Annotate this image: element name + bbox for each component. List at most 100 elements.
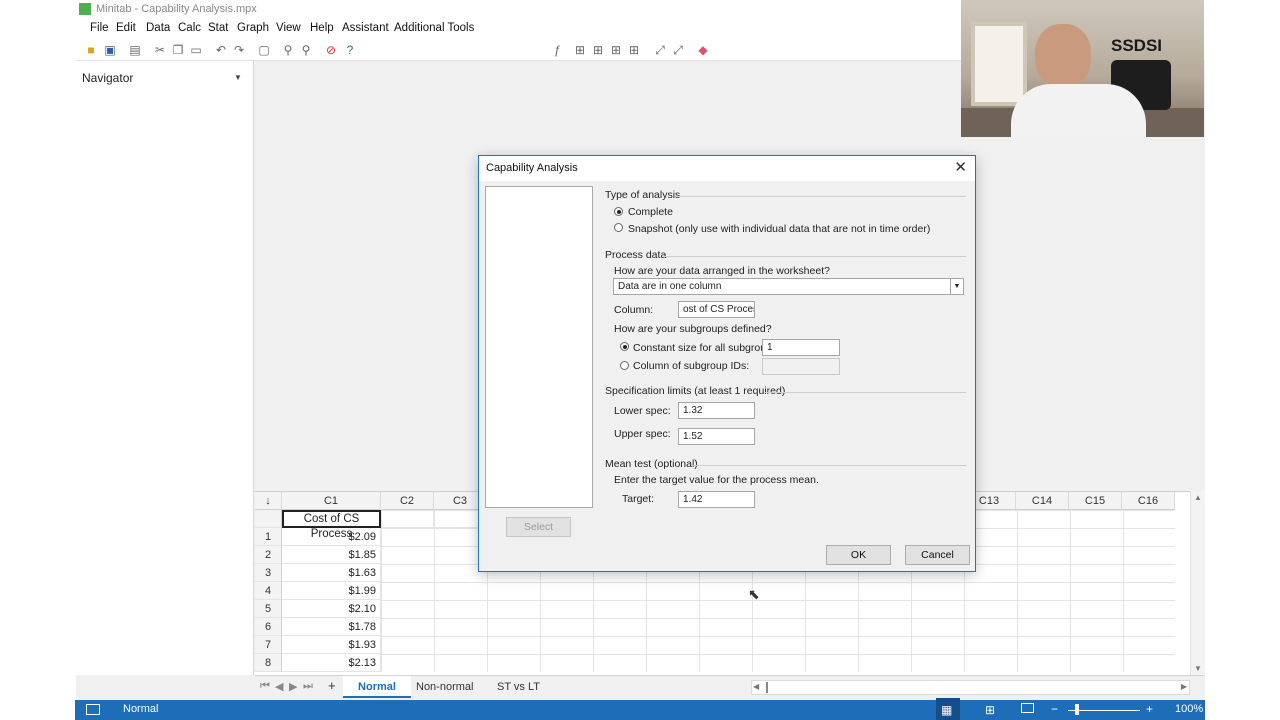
table-cell[interactable]: $1.85 [282,546,381,564]
menu-stat[interactable]: Stat [208,22,228,34]
paste-icon[interactable]: ▭ [189,43,203,57]
cancel-button[interactable]: Cancel [905,545,970,565]
menu-graph[interactable]: Graph [237,22,269,34]
undo-icon[interactable]: ↶ [214,43,228,57]
column-header-c15[interactable]: C15 [1069,492,1122,510]
target-field[interactable]: 1.42 [678,491,755,508]
menu-view[interactable]: View [276,22,301,34]
column-header-c2[interactable]: C2 [381,492,434,510]
spec-limits-heading: Specification limits (at least 1 require… [605,385,786,397]
subgroup-ids-field[interactable] [762,358,840,375]
subgroup-ids-radio[interactable] [620,361,629,370]
scroll-up-icon[interactable]: ▲ [1194,493,1202,502]
save-icon[interactable]: ▣ [103,43,117,57]
divider [663,256,966,257]
scroll-down-icon[interactable]: ▼ [1194,664,1202,673]
column-header-c16[interactable]: C16 [1122,492,1175,510]
table-cell[interactable]: $1.63 [282,564,381,582]
cancel-icon[interactable]: ⊘ [324,43,338,57]
table-cell[interactable]: $2.13 [282,654,381,672]
table-cell[interactable]: $2.09 [282,528,381,546]
zoom-in-icon[interactable]: + [1146,702,1153,716]
layout-icon[interactable]: ⊞ [627,43,641,57]
redo-icon[interactable]: ↷ [232,43,246,57]
brush-icon[interactable]: ⊞ [573,43,587,57]
formula-icon[interactable]: ƒ [550,43,564,57]
constant-size-radio[interactable] [620,342,629,351]
column-header-c1[interactable]: C1 [282,492,381,510]
row-header[interactable]: 1 [255,528,282,546]
row-header[interactable]: 4 [255,582,282,600]
menu-help[interactable]: Help [310,22,334,34]
subgroup-size-field[interactable]: 1 [762,339,840,356]
chevron-down-icon[interactable]: ▼ [234,73,242,82]
annotate-icon[interactable]: ⤢ [653,43,667,57]
tab-st-vs-lt[interactable]: ST vs LT [497,681,540,693]
ok-button[interactable]: OK [826,545,891,565]
split-view-icon[interactable]: ⊞ [985,703,995,717]
graph-tool-icon[interactable]: ⊞ [609,43,623,57]
horizontal-scrollbar[interactable]: ◀ ▶ [751,680,1190,695]
variable-list[interactable] [485,186,593,508]
panel-toggle-icon[interactable] [86,704,100,715]
menu-edit[interactable]: Edit [116,22,136,34]
window-icon[interactable]: ▢ [257,43,271,57]
eraser-icon[interactable]: ◆ [696,43,710,57]
replace-icon[interactable]: ⚲ [299,43,313,57]
open-icon[interactable]: ■ [84,43,98,57]
next-sheet-icon[interactable]: ▶ [289,680,297,693]
table-cell[interactable]: $1.78 [282,618,381,636]
table-cell[interactable]: $1.93 [282,636,381,654]
column-header-c14[interactable]: C14 [1016,492,1069,510]
complete-radio[interactable] [614,207,623,216]
table-cell[interactable]: $2.10 [282,600,381,618]
find-icon[interactable]: ⚲ [281,43,295,57]
snapshot-radio[interactable] [614,223,623,232]
constant-size-label[interactable]: Constant size for all subgroups: [633,342,780,354]
lower-spec-field[interactable]: 1.32 [678,402,755,419]
menu-file[interactable]: File [90,22,109,34]
row-header[interactable]: 8 [255,654,282,672]
scroll-right-icon[interactable]: ▶ [1181,682,1187,691]
line-tool-icon[interactable]: ⤢ [671,43,685,57]
print-icon[interactable]: ▤ [128,43,142,57]
upper-spec-field[interactable]: 1.52 [678,428,755,445]
row-header[interactable]: 5 [255,600,282,618]
help-icon[interactable]: ? [343,43,357,57]
copy-icon[interactable]: ❐ [171,43,185,57]
cut-icon[interactable]: ✂ [153,43,167,57]
subgroup-ids-label[interactable]: Column of subgroup IDs: [633,360,749,372]
zoom-slider-thumb[interactable] [1075,704,1079,715]
column-field[interactable]: ost of CS Process' [678,301,755,318]
prev-sheet-icon[interactable]: ◀ [275,680,283,693]
tab-normal[interactable]: Normal [343,676,411,698]
scroll-thumb[interactable] [766,682,768,693]
menu-assistant[interactable]: Assistant [342,22,389,34]
first-sheet-icon[interactable]: ⏮ [260,680,270,693]
close-icon[interactable]: ✕ [954,159,967,177]
snapshot-label[interactable]: Snapshot (only use with individual data … [628,223,930,235]
table-cell[interactable]: $1.99 [282,582,381,600]
zoom-out-icon[interactable]: − [1051,702,1058,716]
menu-calc[interactable]: Calc [178,22,201,34]
row-header[interactable]: 2 [255,546,282,564]
grid-icon[interactable]: ⊞ [591,43,605,57]
chevron-down-icon[interactable]: ▼ [950,279,963,294]
select-all-corner[interactable]: ↓ [255,492,282,510]
menu-additional-tools[interactable]: Additional Tools [394,22,474,34]
menu-data[interactable]: Data [146,22,170,34]
row-header[interactable]: 7 [255,636,282,654]
arrangement-dropdown[interactable]: Data are in one column [613,278,964,295]
vertical-scrollbar[interactable]: ▲ ▼ [1190,491,1205,675]
complete-label[interactable]: Complete [628,206,673,218]
add-sheet-icon[interactable]: + [328,678,336,693]
last-sheet-icon[interactable]: ⏭ [303,680,313,693]
row-header[interactable]: 3 [255,564,282,582]
row-header[interactable]: 6 [255,618,282,636]
scroll-left-icon[interactable]: ◀ [753,682,759,691]
tab-non-normal[interactable]: Non-normal [416,681,473,693]
select-button[interactable]: Select [506,517,571,537]
column-name-cell[interactable]: Cost of CS Process [282,510,381,540]
output-view-icon[interactable] [1021,703,1034,713]
capability-analysis-dialog: Capability Analysis ✕ Select Type of ana… [478,155,976,572]
